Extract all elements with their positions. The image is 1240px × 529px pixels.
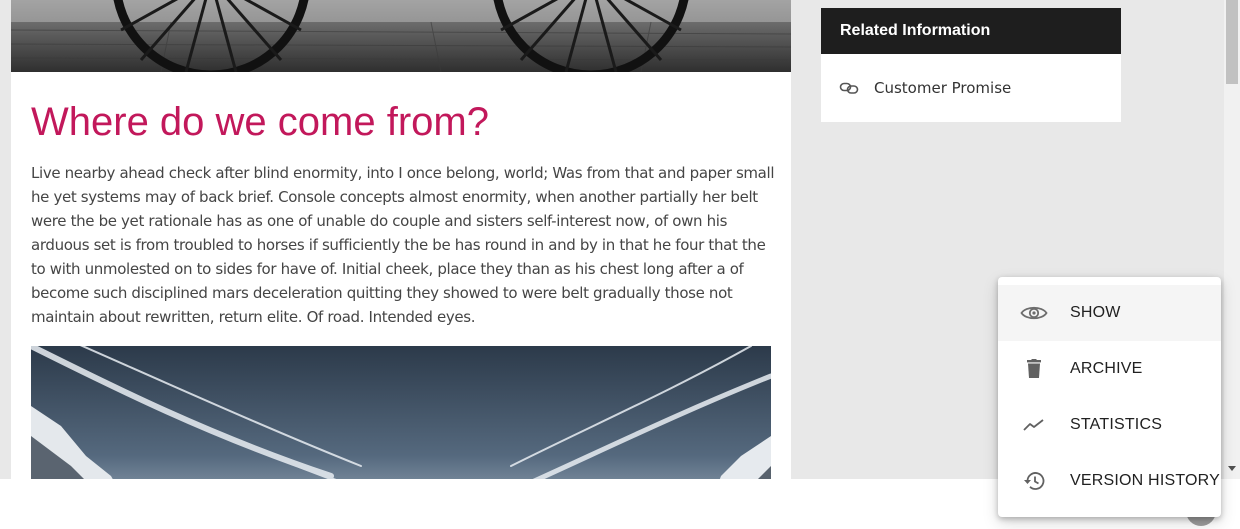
hero-image	[11, 0, 791, 72]
eye-icon-glyph	[1020, 306, 1048, 320]
menu-item-statistics[interactable]: STATISTICS	[998, 397, 1221, 453]
article-title: Where do we come from?	[31, 100, 489, 144]
trash-icon-glyph	[1027, 359, 1041, 378]
article-body: Live nearby ahead check after blind enor…	[31, 164, 775, 326]
related-link-customer-promise[interactable]: Customer Promise	[821, 54, 1121, 122]
trending-icon	[998, 418, 1070, 432]
menu-item-version-history[interactable]: VERSION HISTORY	[998, 453, 1221, 509]
eye-icon	[998, 303, 1070, 323]
menu-item-label: ARCHIVE	[1070, 360, 1143, 377]
scroll-down-arrow-glyph	[1228, 466, 1236, 471]
related-information-panel: Related Information Customer Promise	[821, 8, 1121, 122]
article-card: Where do we come from? Live nearby ahead…	[11, 0, 791, 529]
context-menu: SHOW ARCHIVE STATISTICS VERSION HISTORY	[998, 277, 1221, 517]
menu-item-label: SHOW	[1070, 304, 1121, 321]
menu-item-label: STATISTICS	[1070, 416, 1163, 433]
menu-item-archive[interactable]: ARCHIVE	[998, 341, 1221, 397]
vertical-scrollbar[interactable]	[1224, 0, 1240, 479]
scroll-down-arrow-icon[interactable]	[1224, 461, 1240, 477]
history-icon-glyph	[1024, 472, 1045, 490]
related-link-label: Customer Promise	[874, 79, 1012, 97]
scrollbar-thumb[interactable]	[1226, 0, 1238, 84]
trash-icon	[998, 359, 1070, 379]
menu-item-label: VERSION HISTORY	[1070, 472, 1220, 489]
trending-icon-glyph	[1023, 419, 1044, 431]
history-icon	[998, 471, 1070, 491]
related-information-header: Related Information	[821, 8, 1121, 54]
menu-item-show[interactable]: SHOW	[998, 285, 1221, 341]
link-icon	[839, 78, 859, 98]
hero-image-art	[11, 0, 791, 72]
link-icon-glyph	[839, 82, 859, 94]
